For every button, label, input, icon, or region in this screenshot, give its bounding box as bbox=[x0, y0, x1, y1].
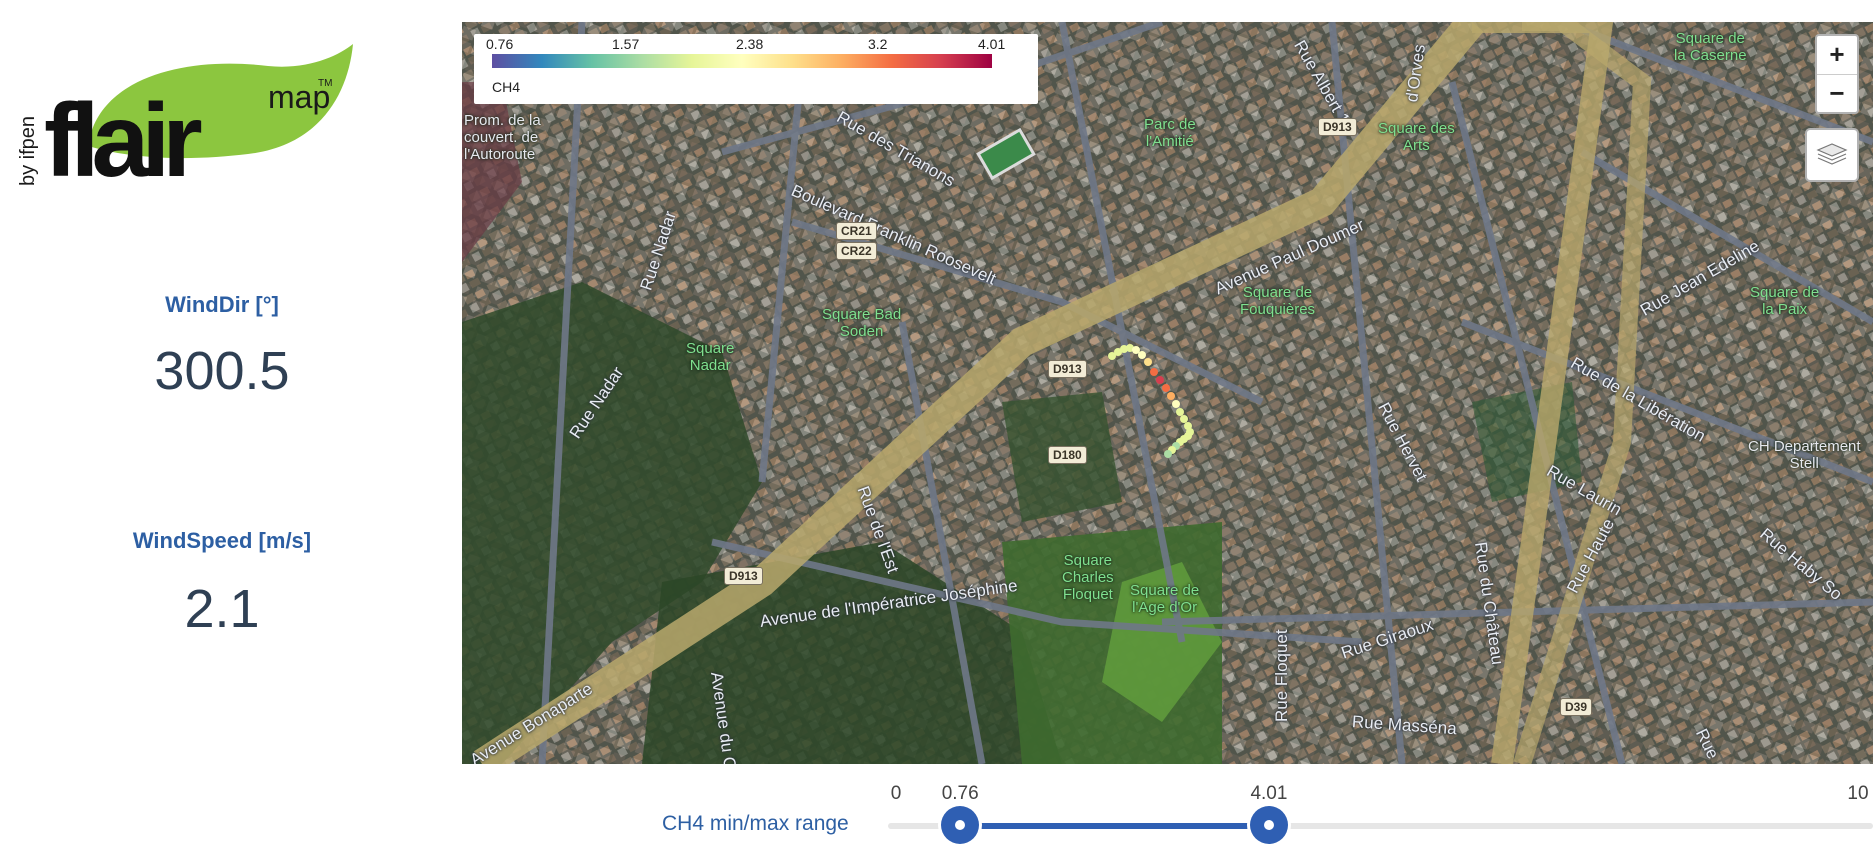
measurement-point[interactable] bbox=[1164, 450, 1172, 458]
slider-low-value: 0.76 bbox=[941, 783, 979, 804]
logo-byline: by ifpen bbox=[18, 116, 39, 186]
place-label: Square de l'Age d'Or bbox=[1130, 582, 1200, 616]
slider-high-handle[interactable] bbox=[1249, 806, 1288, 844]
slider-low-handle[interactable] bbox=[941, 806, 980, 844]
measurement-point[interactable] bbox=[1162, 384, 1170, 392]
place-label: Square Nadar bbox=[686, 340, 735, 374]
ch4-range-label: CH4 min/max range bbox=[662, 812, 849, 835]
measurement-point[interactable] bbox=[1150, 368, 1158, 376]
slider-min-label: 0 bbox=[890, 783, 902, 804]
wind-speed-value: 2.1 bbox=[184, 579, 260, 639]
place-label: Square Bad Soden bbox=[822, 306, 902, 340]
road-shield: D913 bbox=[1048, 360, 1087, 378]
measurement-point[interactable] bbox=[1156, 376, 1164, 384]
colorbar-tick: 1.57 bbox=[612, 36, 640, 52]
place-label: Prom. de la couvert. de l'Autoroute bbox=[464, 112, 541, 163]
layers-icon bbox=[1816, 143, 1848, 165]
flairmap-logo: by ifpen flair map TM bbox=[17, 36, 358, 199]
place-label: Square Charles Floquet bbox=[1062, 552, 1114, 603]
place-label: Square des Arts bbox=[1378, 120, 1455, 154]
place-label: Square de la Caserne bbox=[1674, 30, 1747, 64]
ch4-range-slider[interactable] bbox=[888, 806, 1873, 844]
colorbar-tick: 4.01 bbox=[978, 36, 1006, 52]
zoom-in-button[interactable]: + bbox=[1817, 36, 1857, 75]
wind-speed-label: WindSpeed [m/s] bbox=[132, 528, 312, 553]
measurement-point[interactable] bbox=[1138, 351, 1146, 359]
colorbar-gradient bbox=[492, 54, 992, 68]
slider-selected-range bbox=[960, 823, 1269, 829]
measurement-point[interactable] bbox=[1180, 415, 1188, 423]
measurement-point[interactable] bbox=[1144, 358, 1152, 366]
slider-high-value: 4.01 bbox=[1250, 783, 1288, 804]
wind-direction-value: 300.5 bbox=[154, 341, 290, 401]
logo-tm: TM bbox=[318, 78, 332, 89]
colorbar-label: CH4 bbox=[492, 79, 521, 95]
road-shield: D180 bbox=[1048, 446, 1087, 464]
colorbar-tick: 0.76 bbox=[486, 36, 514, 52]
colorbar-tick: 2.38 bbox=[736, 36, 764, 52]
road-shield: CR21 bbox=[836, 222, 877, 240]
satellite-map[interactable]: Boulevard Franklin Roosevelt Avenue Paul… bbox=[462, 22, 1873, 764]
wind-direction-label: WindDir [°] bbox=[165, 292, 279, 317]
place-label: CH Departement Stell bbox=[1748, 438, 1861, 472]
road-shield: D913 bbox=[724, 567, 763, 585]
slider-max-label: 10 bbox=[1847, 783, 1869, 804]
road-label: Rue Floquet bbox=[1272, 629, 1291, 722]
zoom-control: + − bbox=[1815, 34, 1859, 114]
place-label: Square de Fouquières bbox=[1240, 284, 1316, 318]
measurement-point[interactable] bbox=[1176, 408, 1184, 416]
road-shield: D913 bbox=[1318, 118, 1357, 136]
layers-button[interactable] bbox=[1805, 128, 1859, 182]
place-label: Parc de l'Amitié bbox=[1144, 116, 1196, 150]
zoom-out-button[interactable]: − bbox=[1817, 75, 1857, 113]
road-shield: D39 bbox=[1560, 698, 1593, 716]
logo-main: flair bbox=[44, 83, 201, 186]
measurement-point[interactable] bbox=[1172, 400, 1180, 408]
road-shield: CR22 bbox=[836, 242, 877, 260]
place-label: Square de la Paix bbox=[1750, 284, 1820, 318]
ch4-colorbar-legend: 0.76 1.57 2.38 3.2 4.01 CH4 bbox=[474, 34, 1038, 104]
colorbar-tick: 3.2 bbox=[868, 36, 888, 52]
measurement-point[interactable] bbox=[1167, 392, 1175, 400]
